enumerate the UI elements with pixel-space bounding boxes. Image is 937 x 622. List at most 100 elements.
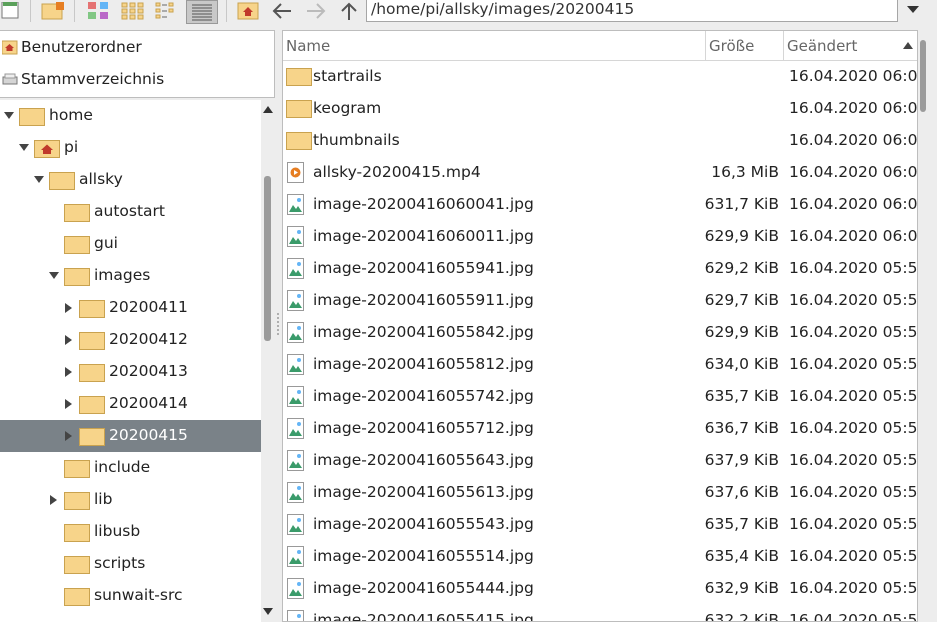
expander-open-icon[interactable] — [3, 110, 15, 122]
file-list-scrollbar[interactable] — [918, 30, 937, 622]
file-row[interactable]: image-20200416055911.jpg 629,7 KiB 16.04.2… — [283, 285, 917, 317]
image-file-icon — [286, 354, 306, 380]
tree-item[interactable]: autostart — [0, 196, 261, 228]
tree-item-label: lib — [94, 490, 113, 508]
file-size: 16,3 MiB — [711, 163, 779, 181]
file-row[interactable]: image-20200416055613.jpg 637,6 KiB 16.04.2… — [283, 477, 917, 509]
tree-item[interactable]: allsky — [0, 164, 261, 196]
file-name: image-20200416055742.jpg — [313, 387, 534, 405]
expander-open-icon[interactable] — [33, 174, 45, 186]
tree-item[interactable]: lib — [0, 484, 261, 516]
file-size: 629,2 KiB — [704, 259, 779, 277]
tree-item[interactable]: images — [0, 260, 261, 292]
image-file-icon — [286, 290, 306, 316]
file-name: image-20200416055415.jpg — [313, 611, 534, 622]
tree-item[interactable]: sunwait-src — [0, 580, 261, 612]
file-name: image-20200416055941.jpg — [313, 259, 534, 277]
file-name: startrails — [313, 67, 382, 85]
file-name: keogram — [313, 99, 382, 117]
expander-closed-icon[interactable] — [63, 398, 75, 410]
arrow-up-icon — [341, 2, 357, 20]
up-button[interactable] — [336, 0, 362, 22]
tree-item-label: 20200411 — [109, 298, 188, 316]
column-name-label: Name — [286, 37, 331, 55]
view-detailed-list-button[interactable] — [186, 0, 218, 24]
column-name[interactable]: Name — [283, 31, 706, 61]
expander-open-icon[interactable] — [18, 142, 30, 154]
image-file-icon — [286, 194, 306, 220]
back-button[interactable] — [268, 0, 296, 22]
place-root[interactable]: Stammverzeichnis — [0, 63, 274, 95]
forward-button[interactable] — [302, 0, 330, 22]
column-modified[interactable]: Geändert — [784, 31, 917, 61]
compact-view-icon — [155, 2, 174, 19]
image-file-icon — [286, 322, 306, 348]
tree-item[interactable]: libusb — [0, 516, 261, 548]
tree-item[interactable]: include — [0, 452, 261, 484]
image-file-icon — [286, 514, 306, 540]
expander-open-icon[interactable] — [48, 270, 60, 282]
file-row[interactable]: startrails 16.04.2020 06:04 — [283, 61, 917, 93]
file-row[interactable]: image-20200416055712.jpg 636,7 KiB 16.04.2… — [283, 413, 917, 445]
file-modified: 16.04.2020 06:09 — [789, 163, 918, 181]
file-row[interactable]: image-20200416055643.jpg 637,9 KiB 16.04.2… — [283, 445, 917, 477]
image-file-icon — [286, 546, 306, 572]
file-row[interactable]: image-20200416055842.jpg 629,9 KiB 16.04.2… — [283, 317, 918, 349]
tree-item[interactable]: 20200415 — [0, 420, 261, 452]
tree-item[interactable]: scripts — [0, 548, 261, 580]
view-thumbnails-button[interactable] — [86, 0, 112, 22]
expander-closed-icon[interactable] — [63, 366, 75, 378]
file-row[interactable]: image-20200416055415.jpg 632,2 KiB 16.04.2… — [283, 605, 917, 622]
folder-icon — [286, 98, 312, 122]
place-home[interactable]: Benutzerordner — [0, 31, 274, 63]
image-file-icon — [286, 482, 306, 508]
tree-item-label: sunwait-src — [94, 586, 183, 604]
view-compact-button[interactable] — [154, 0, 180, 22]
tree-item[interactable]: 20200414 — [0, 388, 261, 420]
file-row[interactable]: image-20200416060011.jpg 629,9 KiB 16.04.2… — [283, 221, 917, 253]
tree-scrollbar[interactable] — [261, 100, 275, 622]
expander-closed-icon[interactable] — [63, 334, 75, 346]
chevron-down-icon — [907, 6, 919, 13]
file-list-scrollbar-thumb[interactable] — [920, 40, 926, 112]
file-modified: 16.04.2020 05:58 — [789, 323, 918, 341]
tree-item[interactable]: home — [0, 100, 261, 132]
tree-item[interactable]: 20200411 — [0, 292, 261, 324]
tree-item-label: 20200414 — [109, 394, 188, 412]
file-row[interactable]: image-20200416055812.jpg 634,0 KiB 16.04.2… — [283, 349, 917, 381]
file-size: 632,2 KiB — [704, 611, 779, 622]
tree-scrollbar-thumb[interactable] — [264, 176, 271, 341]
scroll-up-arrow-icon[interactable] — [263, 106, 273, 114]
tree-item-label: pi — [64, 138, 79, 156]
file-row[interactable]: image-20200416055941.jpg 629,2 KiB 16.04.2… — [283, 253, 917, 285]
file-size: 637,9 KiB — [704, 451, 779, 469]
home-button[interactable] — [236, 0, 260, 22]
image-file-icon — [286, 610, 306, 621]
pane-splitter[interactable] — [275, 30, 282, 622]
file-row[interactable]: image-20200416060041.jpg 631,7 KiB 16.04.2… — [283, 189, 917, 221]
file-name: thumbnails — [313, 131, 400, 149]
file-row[interactable]: image-20200416055444.jpg 632,9 KiB 16.04.2… — [283, 573, 917, 605]
image-file-icon — [286, 258, 306, 284]
new-folder-button[interactable] — [40, 0, 66, 22]
column-size[interactable]: Größe — [706, 31, 784, 61]
file-row[interactable]: image-20200416055514.jpg 635,4 KiB 16.04.2… — [283, 541, 917, 573]
file-row[interactable]: image-20200416055742.jpg 635,7 KiB 16.04.2… — [283, 381, 917, 413]
tree-item[interactable]: 20200413 — [0, 356, 261, 388]
expander-closed-icon[interactable] — [63, 302, 75, 314]
file-name: image-20200416055543.jpg — [313, 515, 534, 533]
view-icons-button[interactable] — [120, 0, 146, 22]
tree-item[interactable]: pi — [0, 132, 261, 164]
file-row[interactable]: keogram 16.04.2020 06:02 — [283, 93, 917, 125]
path-dropdown-button[interactable] — [900, 0, 926, 20]
scroll-down-arrow-icon[interactable] — [263, 608, 273, 616]
file-row[interactable]: thumbnails 16.04.2020 06:00 — [283, 125, 917, 157]
new-window-button[interactable] — [0, 0, 22, 22]
tree-item[interactable]: 20200412 — [0, 324, 261, 356]
expander-closed-icon[interactable] — [48, 494, 60, 506]
path-input[interactable]: /home/pi/allsky/images/20200415 — [366, 0, 898, 22]
file-row[interactable]: image-20200416055543.jpg 635,7 KiB 16.04.2… — [283, 509, 917, 541]
file-row[interactable]: allsky-20200415.mp4 16,3 MiB 16.04.2020 06… — [283, 157, 918, 189]
expander-closed-icon[interactable] — [63, 430, 75, 442]
tree-item[interactable]: gui — [0, 228, 261, 260]
